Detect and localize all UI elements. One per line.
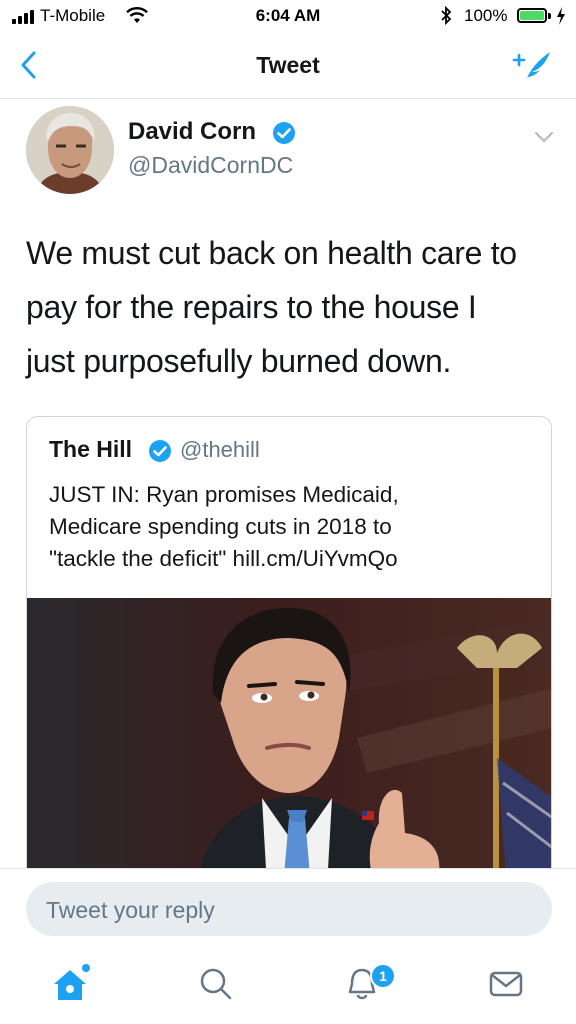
tweet-text: We must cut back on health care to pay f… <box>26 226 561 388</box>
compose-tweet-icon[interactable] <box>512 48 552 89</box>
tweet-text-line: pay for the repairs to the house I <box>26 289 477 325</box>
bluetooth-icon <box>440 5 452 30</box>
quoted-tweet-photo[interactable] <box>27 598 551 885</box>
battery-icon <box>517 8 547 23</box>
author-name[interactable]: David Corn <box>128 118 256 146</box>
tweet-text-line: We must cut back on health care to <box>26 235 517 271</box>
reply-placeholder: Tweet your reply <box>46 897 215 923</box>
quoted-text-line: JUST IN: Ryan promises Medicaid, <box>49 482 399 507</box>
reply-input[interactable]: Tweet your reply <box>26 882 552 936</box>
avatar[interactable] <box>26 106 114 194</box>
quoted-author-name: The Hill <box>49 436 133 462</box>
battery-cap <box>548 13 551 19</box>
tweet-text-line: just purposefully burned down. <box>26 343 452 379</box>
charging-bolt-icon <box>555 6 567 31</box>
chevron-down-icon[interactable] <box>534 130 554 148</box>
verified-badge-icon <box>148 439 172 468</box>
quoted-tweet-text: JUST IN: Ryan promises Medicaid, Medicar… <box>49 479 529 575</box>
quoted-text-line: Medicare spending cuts in 2018 to <box>49 514 392 539</box>
battery-percentage: 100% <box>464 6 508 25</box>
quoted-tweet[interactable]: The Hill @thehill JUST IN: Ryan promises… <box>26 416 552 886</box>
notifications-badge: 1 <box>370 963 396 989</box>
search-icon[interactable] <box>196 964 236 1004</box>
author-handle[interactable]: @DavidCornDC <box>128 152 293 179</box>
page-title: Tweet <box>256 52 320 78</box>
status-bar: T-Mobile 6:04 AM 100% <box>0 0 576 34</box>
verified-badge-icon <box>272 121 296 150</box>
home-unread-dot <box>82 964 90 972</box>
quoted-text-line: "tackle the deficit" hill.cm/UiYvmQo <box>49 546 398 571</box>
messages-icon[interactable] <box>486 964 526 1004</box>
tab-bar <box>0 944 576 1024</box>
quoted-author-handle: @thehill <box>180 437 260 462</box>
navigation-bar: Tweet <box>0 34 576 99</box>
